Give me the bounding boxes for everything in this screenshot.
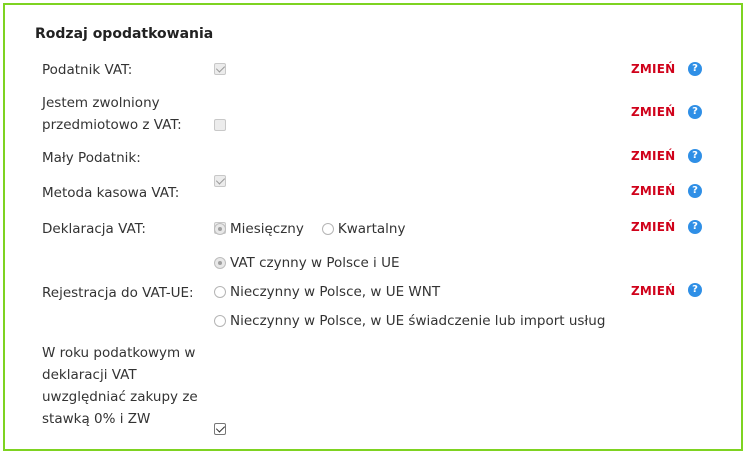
small-taxpayer-help-icon[interactable]: ? xyxy=(688,149,702,163)
zero-rate-label-line3: uwzględniać zakupy ze xyxy=(42,389,198,405)
declaration-options: Miesięczny Kwartalny xyxy=(214,218,419,240)
declaration-option-quarterly-label: Kwartalny xyxy=(337,221,406,237)
cash-method-change-link[interactable]: ZMIEŃ xyxy=(631,184,675,198)
registration-change-link[interactable]: ZMIEŃ xyxy=(631,284,675,298)
section-title: Rodzaj opodatkowania xyxy=(35,26,214,42)
small-taxpayer-change-link[interactable]: ZMIEŃ xyxy=(631,149,675,163)
zero-rate-checkbox[interactable] xyxy=(214,423,226,435)
declaration-change-link[interactable]: ZMIEŃ xyxy=(631,220,675,234)
cash-method-label: Metoda kasowa VAT: xyxy=(42,185,180,201)
vat-payer-checkbox[interactable] xyxy=(214,63,226,75)
exempt-change-link[interactable]: ZMIEŃ xyxy=(631,105,675,119)
zero-rate-label-line4: stawką 0% i ZW xyxy=(42,411,151,427)
declaration-help-icon[interactable]: ? xyxy=(688,220,702,234)
registration-option-3[interactable]: Nieczynny w Polsce, w UE świadczenie lub… xyxy=(214,310,605,332)
registration-label: Rejestracja do VAT-UE: xyxy=(42,285,194,301)
radio-quarterly[interactable] xyxy=(321,223,334,235)
registration-option-1-label: VAT czynny w Polsce i UE xyxy=(230,255,400,271)
declaration-option-monthly-label: Miesięczny xyxy=(230,221,304,237)
exempt-help-icon[interactable]: ? xyxy=(688,105,702,119)
declaration-option-monthly[interactable]: Miesięczny xyxy=(214,218,304,240)
zero-rate-label-line1: W roku podatkowym w xyxy=(42,345,196,361)
exempt-checkbox[interactable] xyxy=(214,119,226,131)
registration-option-2-label: Nieczynny w Polsce, w UE WNT xyxy=(230,284,441,300)
registration-option-2[interactable]: Nieczynny w Polsce, w UE WNT xyxy=(214,281,440,303)
radio-registration-1[interactable] xyxy=(214,257,226,269)
registration-option-3-label: Nieczynny w Polsce, w UE świadczenie lub… xyxy=(230,313,606,329)
zero-rate-label: W roku podatkowym w deklaracji VAT uwzgl… xyxy=(42,342,198,430)
small-taxpayer-label: Mały Podatnik: xyxy=(42,150,141,166)
exempt-label-line2: przedmiotowo z VAT: xyxy=(42,117,182,133)
registration-help-icon[interactable]: ? xyxy=(688,283,702,297)
small-taxpayer-checkbox[interactable] xyxy=(214,175,226,187)
declaration-label: Deklaracja VAT: xyxy=(42,221,146,237)
zero-rate-label-line2: deklaracji VAT xyxy=(42,367,137,383)
cash-method-help-icon[interactable]: ? xyxy=(688,184,702,198)
exempt-label-line1: Jestem zwolniony xyxy=(42,95,160,111)
vat-payer-help-icon[interactable]: ? xyxy=(688,62,702,76)
vat-payer-label: Podatnik VAT: xyxy=(42,62,133,78)
radio-registration-2[interactable] xyxy=(214,286,226,298)
radio-monthly[interactable] xyxy=(214,223,226,235)
vat-payer-change-link[interactable]: ZMIEŃ xyxy=(631,62,675,76)
radio-registration-3[interactable] xyxy=(214,315,226,327)
declaration-option-quarterly[interactable]: Kwartalny xyxy=(321,218,406,240)
exempt-label: Jestem zwolniony przedmiotowo z VAT: xyxy=(42,92,182,136)
registration-option-1[interactable]: VAT czynny w Polsce i UE xyxy=(214,252,400,274)
